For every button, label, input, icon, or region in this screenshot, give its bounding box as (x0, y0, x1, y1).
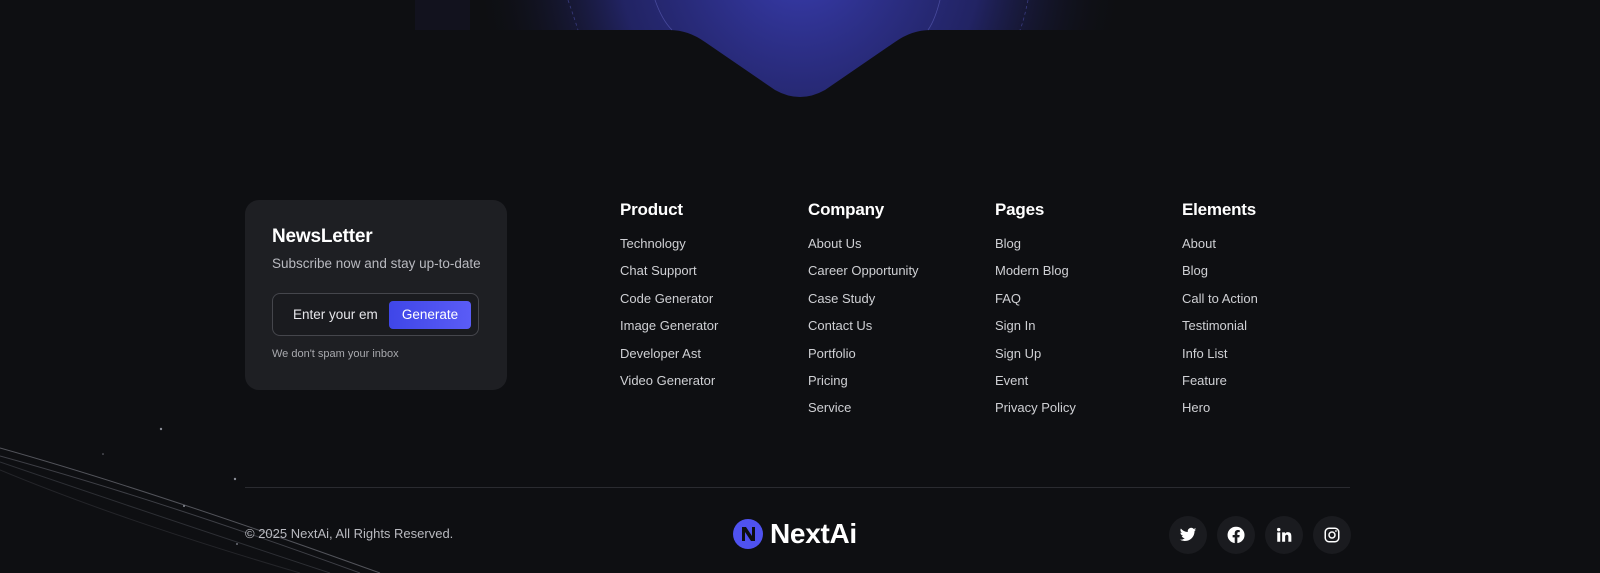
footer-link: Technology (620, 234, 718, 261)
footer-link: FAQ (995, 289, 1076, 316)
footer-link-testimonial[interactable]: Testimonial (1182, 318, 1247, 333)
footer-link: Service (808, 398, 919, 425)
footer-link: Blog (995, 234, 1076, 261)
footer-link: Sign In (995, 316, 1076, 343)
social-links (1169, 516, 1351, 554)
footer-link: Event (995, 371, 1076, 398)
email-input[interactable] (293, 307, 377, 322)
facebook-icon (1227, 526, 1245, 544)
footer-link: Call to Action (1182, 289, 1258, 316)
footer-link-technology[interactable]: Technology (620, 236, 686, 251)
footer-link-image-generator[interactable]: Image Generator (620, 318, 718, 333)
footer-link: Pricing (808, 371, 919, 398)
footer-link-case-study[interactable]: Case Study (808, 291, 875, 306)
footer-link-sign-in[interactable]: Sign In (995, 318, 1035, 333)
nextai-logo-icon (733, 519, 763, 549)
footer-link-blog[interactable]: Blog (995, 236, 1021, 251)
twitter-link[interactable] (1169, 516, 1207, 554)
footer-link-video-generator[interactable]: Video Generator (620, 373, 715, 388)
footer-column-pages: Pages Blog Modern Blog FAQ Sign In Sign … (995, 200, 1076, 426)
brand-name: NextAi (770, 518, 857, 549)
footer-link-privacy-policy[interactable]: Privacy Policy (995, 400, 1076, 415)
instagram-icon (1324, 527, 1340, 543)
column-title: Pages (995, 200, 1045, 219)
column-title: Elements (1182, 200, 1256, 219)
footer-column-company: Company About Us Career Opportunity Case… (808, 200, 919, 426)
footer-link: Modern Blog (995, 261, 1076, 288)
twitter-icon (1179, 527, 1197, 542)
footer-divider (245, 487, 1350, 488)
footer-link-feature[interactable]: Feature (1182, 373, 1227, 388)
footer-link-service[interactable]: Service (808, 400, 851, 415)
footer-link-career-opportunity[interactable]: Career Opportunity (808, 263, 919, 278)
footer-link: Image Generator (620, 316, 718, 343)
footer-link-call-to-action[interactable]: Call to Action (1182, 291, 1258, 306)
footer-link: Info List (1182, 344, 1258, 371)
instagram-link[interactable] (1313, 516, 1351, 554)
footer-link: Testimonial (1182, 316, 1258, 343)
footer-link-code-generator[interactable]: Code Generator (620, 291, 713, 306)
column-title: Company (808, 200, 885, 219)
footer-link-faq[interactable]: FAQ (995, 291, 1021, 306)
footer-link-about[interactable]: About (1182, 236, 1216, 251)
footer-link: Chat Support (620, 261, 718, 288)
footer-link: Contact Us (808, 316, 919, 343)
footer-link-modern-blog[interactable]: Modern Blog (995, 263, 1069, 278)
newsletter-subtitle: Subscribe now and stay up-to-date (272, 256, 481, 271)
footer-link-developer-ast[interactable]: Developer Ast (620, 346, 701, 361)
footer-link: Privacy Policy (995, 398, 1076, 425)
linkedin-link[interactable] (1265, 516, 1303, 554)
footer-link: Portfolio (808, 344, 919, 371)
footer-link-sign-up[interactable]: Sign Up (995, 346, 1041, 361)
footer-link-info-list[interactable]: Info List (1182, 346, 1228, 361)
footer-link: About (1182, 234, 1258, 261)
newsletter-form: Generate (272, 293, 479, 336)
footer-column-elements: Elements About Blog Call to Action Testi… (1182, 200, 1258, 426)
footer-link-event[interactable]: Event (995, 373, 1028, 388)
newsletter-title: NewsLetter (272, 226, 373, 247)
footer-link-blog[interactable]: Blog (1182, 263, 1208, 278)
newsletter-note: We don't spam your inbox (272, 348, 399, 360)
footer-link: Hero (1182, 398, 1258, 425)
newsletter-card: NewsLetter Subscribe now and stay up-to-… (245, 200, 507, 390)
footer-link-about-us[interactable]: About Us (808, 236, 861, 251)
footer-link: Feature (1182, 371, 1258, 398)
top-glow-decoration (0, 0, 1600, 110)
linkedin-icon (1277, 527, 1292, 542)
footer-link: Code Generator (620, 289, 718, 316)
footer-link: Sign Up (995, 344, 1076, 371)
footer-link: Video Generator (620, 371, 718, 398)
footer-link: Case Study (808, 289, 919, 316)
footer-link-portfolio[interactable]: Portfolio (808, 346, 856, 361)
facebook-link[interactable] (1217, 516, 1255, 554)
footer-link: Career Opportunity (808, 261, 919, 288)
footer-link: About Us (808, 234, 919, 261)
light-trails-decoration (0, 427, 381, 573)
footer-link-pricing[interactable]: Pricing (808, 373, 848, 388)
footer-link-chat-support[interactable]: Chat Support (620, 263, 697, 278)
footer-link-contact-us[interactable]: Contact Us (808, 318, 872, 333)
generate-button[interactable]: Generate (389, 300, 471, 329)
copyright-text: © 2025 NextAi, All Rights Reserved. (245, 526, 454, 541)
brand-logo[interactable]: NextAi (733, 518, 857, 550)
footer-column-product: Product Technology Chat Support Code Gen… (620, 200, 718, 398)
footer-link: Blog (1182, 261, 1258, 288)
footer-link: Developer Ast (620, 344, 718, 371)
footer-link-hero[interactable]: Hero (1182, 400, 1210, 415)
column-title: Product (620, 200, 683, 219)
